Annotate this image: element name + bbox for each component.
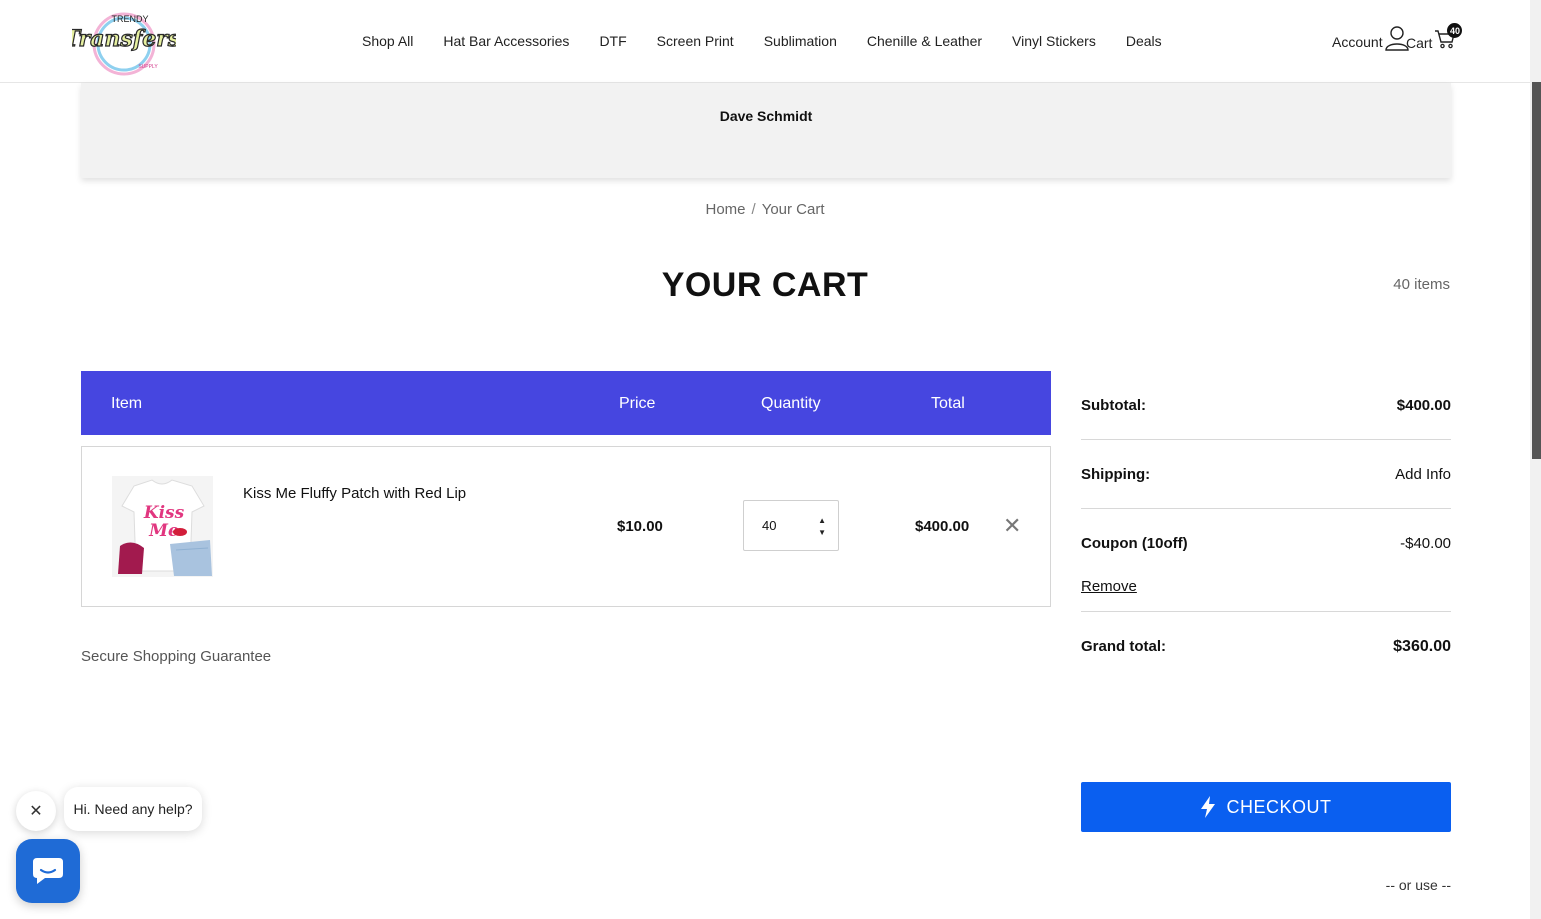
chat-icon [33, 858, 63, 884]
breadcrumb-separator: / [751, 201, 756, 218]
nav-deals[interactable]: Deals [1126, 33, 1162, 49]
breadcrumb-home[interactable]: Home [706, 201, 746, 218]
grand-total-row: Grand total: $360.00 [1081, 612, 1451, 682]
nav-sublimation[interactable]: Sublimation [764, 33, 837, 49]
remove-coupon-link[interactable]: Remove [1081, 578, 1137, 595]
nav-dtf[interactable]: DTF [599, 33, 626, 49]
coupon-value: -$40.00 [1400, 535, 1451, 552]
shipping-row: Shipping: Add Info [1081, 440, 1451, 509]
nav-hat-bar-accessories[interactable]: Hat Bar Accessories [443, 33, 569, 49]
subtotal-value: $400.00 [1396, 397, 1451, 414]
close-icon: ✕ [29, 803, 43, 820]
chat-close-button[interactable]: ✕ [16, 791, 56, 831]
scrollbar-thumb[interactable] [1532, 82, 1541, 459]
cart-label: Cart [1406, 34, 1433, 51]
quantity-stepper[interactable]: 40 ▲ ▼ [743, 500, 839, 551]
cart-icon: 40 [1434, 23, 1463, 52]
coupon-row: Coupon (10off) -$40.00 Remove [1081, 509, 1451, 612]
cart-table-header: Item Price Quantity Total [81, 371, 1051, 435]
nav-screen-print[interactable]: Screen Print [657, 33, 734, 49]
svg-text:Transfers: Transfers [72, 26, 176, 52]
account-label: Account [1332, 34, 1383, 50]
breadcrumb-current: Your Cart [761, 201, 825, 218]
nav-chenille-leather[interactable]: Chenille & Leather [867, 33, 982, 49]
cart-count-badge: 40 [1447, 23, 1463, 38]
checkout-button[interactable]: CHECKOUT [1081, 782, 1451, 832]
quantity-value[interactable]: 40 [762, 518, 776, 533]
product-price: $10.00 [617, 518, 663, 535]
grand-total-value: $360.00 [1393, 638, 1451, 655]
checkout-label: CHECKOUT [1226, 796, 1332, 817]
site-header: TRENDY Transfers SUPPLY Shop All Hat Bar… [0, 0, 1530, 83]
nav-shop-all[interactable]: Shop All [362, 33, 413, 49]
page-scrollbar[interactable] [1530, 0, 1541, 919]
or-use-divider: -- or use -- [1385, 877, 1451, 893]
secure-shopping-guarantee: Secure Shopping Guarantee [81, 648, 272, 665]
chat-greeting-bubble[interactable]: Hi. Need any help? [64, 787, 202, 831]
header-total: Total [931, 395, 965, 412]
customer-banner: Dave Schmidt [81, 83, 1451, 178]
lightning-icon [1201, 796, 1216, 818]
subtotal-row: Subtotal: $400.00 [1081, 380, 1451, 440]
grand-total-label: Grand total: [1081, 638, 1166, 655]
product-thumbnail[interactable]: Kiss Me [112, 476, 213, 577]
cart-link[interactable]: Cart 40 [1406, 23, 1463, 52]
line-total: $400.00 [915, 518, 970, 535]
chat-launcher-button[interactable] [16, 839, 80, 903]
chat-greeting-text: Hi. Need any help? [73, 801, 193, 817]
cart-item-row: Kiss Me Kiss Me Fluffy Patch with Red Li… [81, 446, 1051, 607]
product-name[interactable]: Kiss Me Fluffy Patch with Red Lip [243, 485, 466, 502]
increment-icon[interactable]: ▲ [818, 515, 826, 527]
header-item: Item [111, 395, 143, 412]
remove-item-icon[interactable]: ✕ [1003, 513, 1021, 539]
page-title: YOUR CART [661, 266, 869, 304]
main-nav: Shop All Hat Bar Accessories DTF Screen … [362, 33, 1192, 49]
breadcrumb: Home / Your Cart [0, 201, 1530, 218]
decrement-icon[interactable]: ▼ [818, 527, 826, 539]
shipping-add-info[interactable]: Add Info [1395, 466, 1451, 483]
coupon-label: Coupon (10off) [1081, 535, 1188, 552]
nav-vinyl-stickers[interactable]: Vinyl Stickers [1012, 33, 1096, 49]
svg-text:Kiss: Kiss [143, 503, 185, 523]
svg-text:SUPPLY: SUPPLY [138, 64, 158, 70]
order-summary: Subtotal: $400.00 Shipping: Add Info Cou… [1081, 380, 1451, 682]
account-link[interactable]: Account [1332, 26, 1409, 51]
brand-logo[interactable]: TRENDY Transfers SUPPLY [63, 6, 181, 76]
header-quantity: Quantity [761, 395, 821, 412]
subtotal-label: Subtotal: [1081, 397, 1146, 414]
shipping-label: Shipping: [1081, 466, 1151, 483]
quantity-arrows[interactable]: ▲ ▼ [818, 515, 826, 539]
user-icon [1384, 26, 1409, 51]
customer-name: Dave Schmidt [719, 108, 813, 124]
header-price: Price [619, 395, 656, 412]
cart-item-count: 40 items [1393, 276, 1450, 293]
svg-text:TRENDY: TRENDY [111, 14, 148, 24]
